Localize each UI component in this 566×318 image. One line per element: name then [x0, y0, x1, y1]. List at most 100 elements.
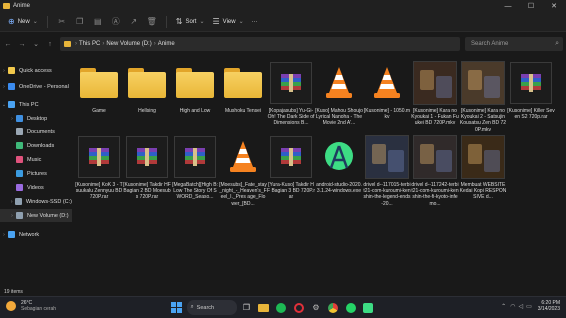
- file-item[interactable]: [Kusonime] KoK 3 - Tsuukalu Zennyuu BD 7…: [75, 134, 123, 201]
- file-item[interactable]: Game: [76, 60, 122, 114]
- file-item[interactable]: Membuat WEBSITE Kedai Kopi RESPONSIVE d.…: [460, 134, 506, 201]
- task-view-icon[interactable]: ❐: [239, 300, 254, 315]
- chevron-down-icon: ⌄: [32, 19, 38, 25]
- chevron-right-icon: ›: [75, 41, 77, 47]
- file-item[interactable]: Mushoku Tensei: [220, 60, 266, 114]
- chrome-icon[interactable]: [326, 300, 341, 315]
- file-item[interactable]: [Moesubs]_Fate_stay_night_-_Heaven's_Fee…: [219, 134, 267, 207]
- file-name: [MegaBatch][High B: Low The Story Of SWO…: [172, 182, 218, 201]
- delete-icon[interactable]: 🗑: [145, 15, 159, 29]
- taskbar-search[interactable]: ⌕ Search: [186, 300, 237, 315]
- file-item[interactable]: [Kusonime] Takdir HF Bagian 2 BD Moesubs…: [123, 134, 171, 201]
- sort-label: Sort: [185, 18, 197, 25]
- copy-icon[interactable]: ❐: [73, 15, 87, 29]
- nav-item-documents[interactable]: Documents: [0, 125, 72, 138]
- weather-sun-icon: [6, 301, 16, 311]
- file-item[interactable]: [Kusonime] - 1050.mkv: [364, 60, 410, 120]
- view-button[interactable]: ☰ View ⌄: [209, 15, 248, 29]
- nav-item-label: OneDrive - Personal: [19, 83, 69, 90]
- file-item[interactable]: drivel d--117015-terbit21-com-kuroumi-ke…: [363, 134, 411, 207]
- clock[interactable]: 6:20 PM 3/14/2023: [538, 300, 560, 312]
- expand-chevron-icon[interactable]: ›: [8, 199, 15, 205]
- file-thumbnail: [220, 134, 266, 180]
- file-item[interactable]: [Kusonime] Kara no Kyoukai 2 - Satsujin …: [460, 60, 506, 133]
- file-item[interactable]: [Kusonime] Killer Seven S2 720p.rar: [507, 60, 555, 121]
- nav-item-this-pc[interactable]: ⌄ This PC: [0, 98, 72, 111]
- expand-chevron-icon[interactable]: ⌄: [0, 102, 8, 108]
- weather-widget[interactable]: 26°C Sebagian cerah: [6, 300, 56, 312]
- file-thumbnail: [172, 60, 218, 106]
- new-button[interactable]: ⊕ New ⌄: [4, 15, 42, 29]
- nav-item-pictures[interactable]: Pictures: [0, 167, 72, 180]
- file-item[interactable]: drivel d--117242-terbit21-com-kuroumi-ke…: [411, 134, 459, 207]
- nav-item-videos[interactable]: Videos: [0, 181, 72, 194]
- nav-item-desktop[interactable]: › Desktop: [0, 112, 72, 125]
- file-item[interactable]: [Kusonime] Kara no Kyoukai 1 - Fukan Fuu…: [411, 60, 459, 127]
- video-thumbnail: [461, 135, 505, 179]
- nav-item-icon: [15, 198, 22, 205]
- forward-arrow-icon[interactable]: →: [16, 38, 28, 50]
- opera-icon[interactable]: [291, 300, 306, 315]
- file-item[interactable]: [Yura-Kuso] Takdir HF Bagian 3 BD 720P.r…: [267, 134, 315, 201]
- nav-item-music[interactable]: Music: [0, 153, 72, 166]
- search-input[interactable]: Search Anime ⌕: [465, 37, 563, 51]
- new-label: New: [17, 18, 30, 25]
- file-item[interactable]: [Kuso] Mahou Shoujo Lyrical Nanoha - The…: [315, 60, 363, 127]
- whatsapp-icon[interactable]: [343, 300, 358, 315]
- nav-item-icon: [16, 115, 23, 122]
- share-icon[interactable]: ↗: [127, 15, 141, 29]
- nav-item-quick-access[interactable]: › Quick access: [0, 64, 72, 77]
- chevron-up-icon[interactable]: ⌃: [501, 303, 506, 310]
- settings-gear-icon[interactable]: ⚙: [308, 300, 323, 315]
- rename-icon[interactable]: Ⓐ: [109, 15, 123, 29]
- volume-icon[interactable]: ◁: [518, 303, 523, 310]
- recent-chevron-icon[interactable]: ⌄: [30, 38, 42, 50]
- rar-archive-icon: [510, 62, 552, 104]
- expand-chevron-icon[interactable]: ›: [0, 84, 8, 90]
- paste-icon[interactable]: ▤: [91, 15, 105, 29]
- taskbar-search-label: Search: [196, 304, 215, 311]
- breadcrumb-this-pc[interactable]: This PC: [79, 41, 100, 47]
- maximize-button[interactable]: ☐: [521, 0, 541, 12]
- nav-item-new-volume-d[interactable]: › New Volume (D:): [0, 209, 72, 222]
- file-thumbnail: [364, 60, 410, 106]
- cut-icon[interactable]: ✂: [55, 15, 69, 29]
- file-thumbnail: [76, 60, 122, 106]
- expand-chevron-icon[interactable]: ›: [0, 232, 8, 238]
- rar-archive-icon: [78, 136, 120, 178]
- expand-chevron-icon[interactable]: ›: [0, 68, 8, 74]
- breadcrumb-anime[interactable]: Anime: [158, 41, 175, 47]
- vlc-cone-icon: [326, 67, 352, 98]
- minimize-button[interactable]: —: [498, 0, 518, 12]
- nav-item-downloads[interactable]: Downloads: [0, 139, 72, 152]
- window-title: Anime: [13, 3, 31, 9]
- start-button[interactable]: [169, 300, 184, 315]
- nav-item-windows-ssd-c[interactable]: › Windows-SSD (C:): [0, 195, 72, 208]
- rar-archive-icon: [270, 136, 312, 178]
- file-explorer-icon[interactable]: [256, 300, 271, 315]
- sort-button[interactable]: ⇅ Sort ⌄: [172, 15, 209, 29]
- file-item[interactable]: android-studio-2020.3.1.24-windows.exe: [316, 134, 362, 194]
- file-item[interactable]: Hellsing: [124, 60, 170, 114]
- android-studio-icon[interactable]: [361, 300, 376, 315]
- taskbar-apps: ⌕ Search ❐ ⚙: [168, 300, 377, 315]
- expand-chevron-icon[interactable]: ›: [8, 116, 16, 122]
- close-button[interactable]: ✕: [544, 0, 564, 12]
- item-count: 19 items: [4, 289, 23, 295]
- nav-item-network[interactable]: › Network: [0, 228, 72, 241]
- spotify-icon[interactable]: [274, 300, 289, 315]
- up-arrow-icon[interactable]: ↑: [44, 38, 56, 50]
- battery-icon[interactable]: ▭: [526, 303, 532, 310]
- breadcrumb-new-volume[interactable]: New Volume (D:): [106, 41, 151, 47]
- file-name: [Kusonime] Killer Seven S2 720p.rar: [507, 108, 555, 121]
- back-arrow-icon[interactable]: ←: [2, 38, 14, 50]
- wifi-icon[interactable]: ◠: [510, 303, 515, 310]
- expand-chevron-icon[interactable]: ›: [8, 213, 16, 219]
- file-item[interactable]: [Kopajasubs] Yu-Gi-Oh! The Dark Side of …: [268, 60, 314, 127]
- nav-item-onedrive-personal[interactable]: › OneDrive - Personal: [0, 80, 72, 93]
- file-name: drivel d--117015-terbit21-com-kuroumi-ke…: [363, 182, 411, 207]
- file-item[interactable]: High and Low: [172, 60, 218, 114]
- address-bar[interactable]: › This PC › New Volume (D:) › Anime: [60, 37, 460, 51]
- more-button[interactable]: ···: [248, 15, 262, 29]
- file-item[interactable]: [MegaBatch][High B: Low The Story Of SWO…: [172, 134, 218, 201]
